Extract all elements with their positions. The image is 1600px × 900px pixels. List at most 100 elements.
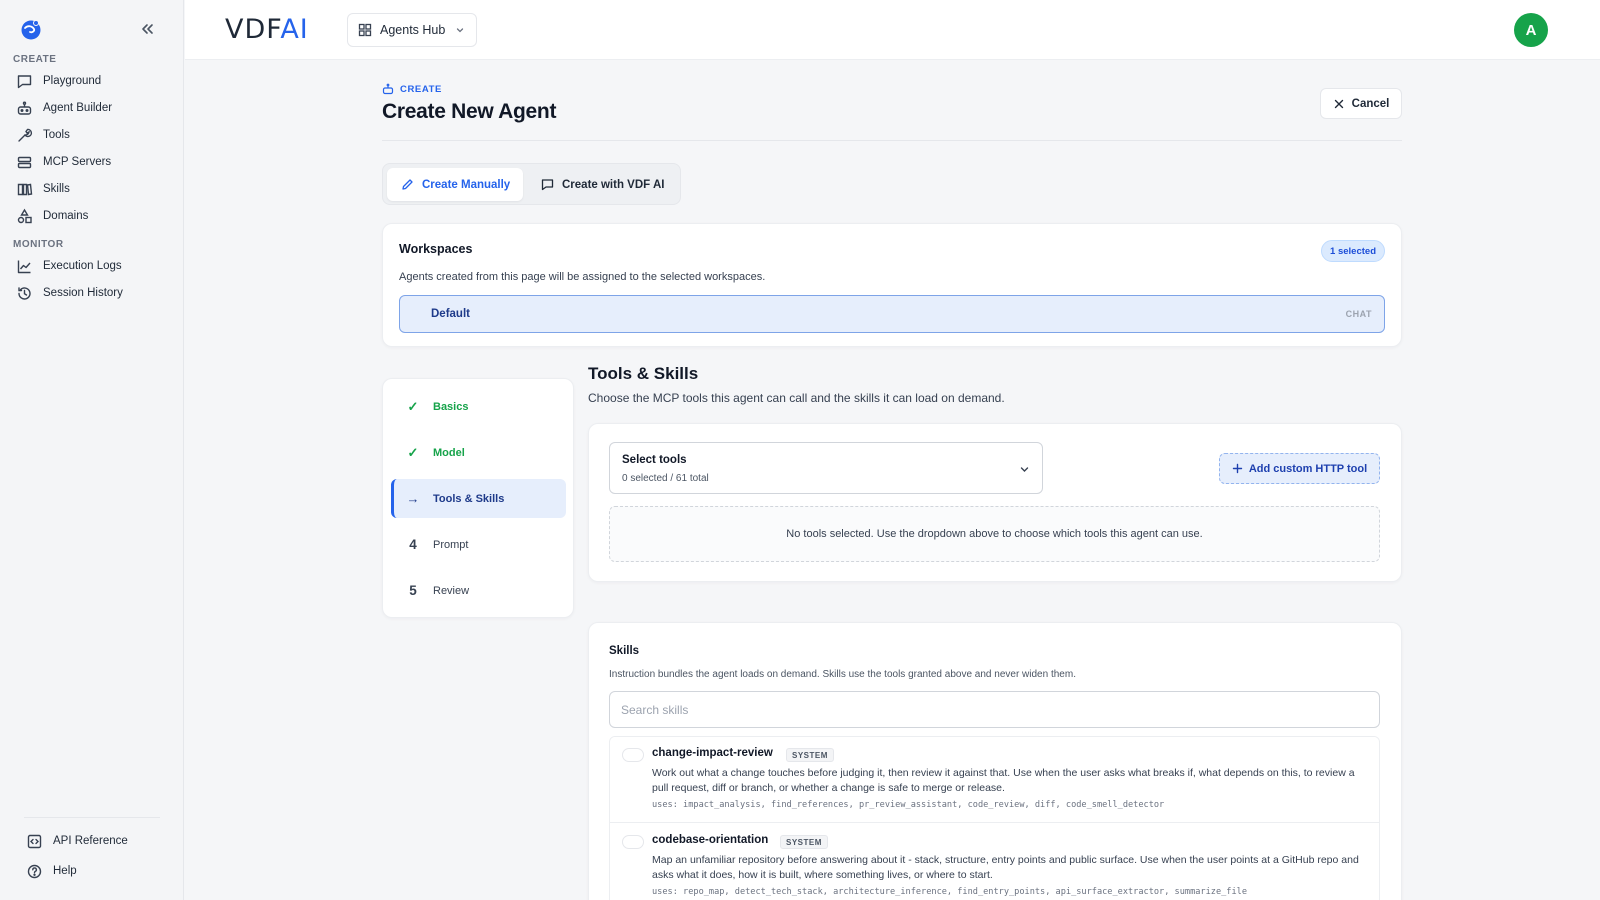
tools-select-count: 0 selected / 61 total [622,473,709,484]
sidebar: CREATE Playground Agent Builder Tools MC… [0,0,184,900]
sidebar-section-create: CREATE [13,54,57,65]
grid-icon [358,23,372,37]
step-review[interactable]: 5 Review [391,571,566,610]
skill-description: Map an unfamiliar repository before answ… [652,854,1359,881]
skills-search-input[interactable] [609,691,1380,728]
check-icon: ✓ [407,444,419,460]
creation-mode-switch: Create Manually Create with VDF AI [382,163,681,205]
step-prompt[interactable]: 4 Prompt [391,525,566,564]
sidebar-item-agent-builder[interactable]: Agent Builder [16,96,171,120]
workspaces-description: Agents created from this page will be as… [399,271,766,283]
step-number: 5 [409,583,417,598]
cancel-label: Cancel [1351,97,1390,110]
step-basics[interactable]: ✓ Basics [391,387,566,426]
workspaces-selected-badge: 1 selected [1321,240,1385,262]
brand-main: VDF [225,14,281,45]
skill-name: change-impact-review [652,747,773,759]
sidebar-item-skills[interactable]: Skills [16,177,171,201]
list-item[interactable]: change-impact-review SYSTEM Work out wha… [610,737,1379,823]
sidebar-item-domains[interactable]: Domains [16,204,171,228]
workspaces-card: Workspaces 1 selected Agents created fro… [382,223,1402,347]
tools-select-dropdown[interactable]: Select tools 0 selected / 61 total [609,442,1043,494]
sidebar-item-tools[interactable]: Tools [16,123,171,147]
skills-title: Skills [609,645,640,657]
page-eyebrow-label: CREATE [400,83,442,95]
agents-hub-label: Agents Hub [380,23,446,37]
robot-icon [382,83,394,95]
page-eyebrow: CREATE [382,83,442,95]
skill-uses: uses: impact_analysis, find_references, … [652,800,1165,810]
code-icon [26,833,43,850]
step-label: Tools & Skills [433,492,505,505]
skill-system-badge: SYSTEM [786,748,834,762]
sidebar-item-help[interactable]: Help [26,859,181,883]
sidebar-item-label: Help [53,865,77,877]
sidebar-item-label: Execution Logs [43,260,122,272]
chevron-down-icon [1019,464,1030,475]
chevron-down-icon [455,25,465,35]
server-icon [16,154,33,171]
wrench-icon [16,127,33,144]
sidebar-item-label: Tools [43,129,70,141]
avatar[interactable]: A [1514,13,1548,47]
chat-icon [16,73,33,90]
step-tools-skills[interactable]: → Tools & Skills [391,479,566,518]
shapes-icon [16,208,33,225]
chevrons-left-icon[interactable] [138,20,156,38]
sidebar-item-label: Agent Builder [43,102,113,114]
close-icon [1333,98,1345,110]
brand-accent: AI [280,14,309,45]
pencil-icon [401,178,414,191]
brand-logo[interactable]: VDFAI [225,14,309,45]
add-custom-http-tool-button[interactable]: Add custom HTTP tool [1219,453,1380,484]
tools-card: Select tools 0 selected / 61 total Add c… [588,423,1402,582]
workspace-option-default[interactable]: Default CHAT [399,295,1385,333]
plus-icon [1232,463,1243,474]
skill-description: Work out what a change touches before ju… [652,767,1355,794]
step-label: Prompt [433,538,469,551]
skill-name: codebase-orientation [652,834,769,846]
app-logo-icon[interactable] [20,18,42,40]
robot-icon [16,100,33,117]
sidebar-item-playground[interactable]: Playground [16,69,171,93]
sidebar-item-execution-logs[interactable]: Execution Logs [16,254,171,278]
workspace-name: Default [431,308,470,320]
tools-skills-title: Tools & Skills [588,364,699,383]
skills-list: change-impact-review SYSTEM Work out wha… [609,736,1380,900]
tab-create-with-ai[interactable]: Create with VDF AI [529,168,677,201]
skills-card: Skills Instruction bundles the agent loa… [588,622,1402,900]
sidebar-item-mcp-servers[interactable]: MCP Servers [16,150,171,174]
agents-hub-select[interactable]: Agents Hub [347,13,477,47]
add-custom-http-tool-label: Add custom HTTP tool [1248,462,1368,475]
skill-select-checkbox[interactable] [622,835,644,849]
sidebar-item-label: MCP Servers [43,156,112,168]
workspace-type-tag: CHAT [1345,309,1372,319]
arrow-right-icon: → [406,491,420,506]
page-title: Create New Agent [382,100,557,123]
step-model[interactable]: ✓ Model [391,433,566,472]
header-divider [382,140,1402,141]
skill-system-badge: SYSTEM [780,835,828,849]
book-icon [16,181,33,198]
sidebar-item-session-history[interactable]: Session History [16,281,171,305]
chat-icon [541,178,554,191]
skill-select-checkbox[interactable] [622,748,644,762]
help-icon [26,863,43,880]
sidebar-item-label: Playground [43,75,102,87]
wizard-steps: ✓ Basics ✓ Model → Tools & Skills 4 Prom… [382,378,574,618]
step-number: 4 [409,537,417,552]
cancel-button[interactable]: Cancel [1320,88,1402,119]
list-item[interactable]: codebase-orientation SYSTEM Map an unfam… [610,824,1379,900]
tab-create-with-ai-label: Create with VDF AI [562,178,665,191]
tools-skills-subtitle: Choose the MCP tools this agent can call… [588,391,1005,405]
sidebar-divider [24,817,160,818]
workspaces-title: Workspaces [399,242,473,256]
step-label: Review [433,584,470,597]
tools-select-label: Select tools [622,454,687,466]
sidebar-section-monitor: MONITOR [13,239,64,250]
sidebar-item-label: API Reference [53,835,128,847]
chart-line-icon [16,258,33,275]
sidebar-item-api-reference[interactable]: API Reference [26,829,181,853]
tab-create-manually[interactable]: Create Manually [387,168,523,201]
skill-uses: uses: repo_map, detect_tech_stack, archi… [652,887,1247,897]
